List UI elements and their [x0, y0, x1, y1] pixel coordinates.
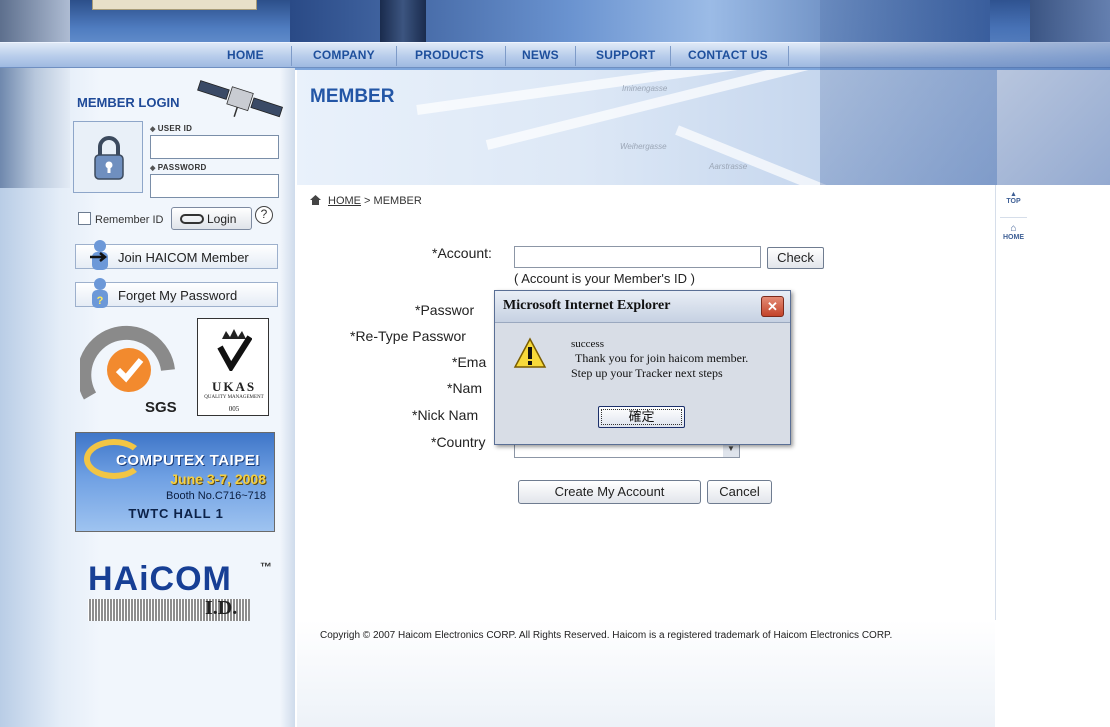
lock-icon: [94, 136, 124, 180]
forget-password-label: Forget My Password: [118, 288, 238, 303]
eiffel-tower-header-image: [820, 0, 1110, 185]
sgs-iso-certification-logo: SGS: [80, 325, 177, 416]
rail-home-button[interactable]: ⌂ HOME: [998, 223, 1029, 241]
join-member-button[interactable]: Join HAICOM Member: [75, 240, 278, 270]
question-person-icon: ?: [92, 278, 108, 308]
nav-separator: [505, 46, 506, 66]
nav-separator: [291, 46, 292, 66]
dialog-message-line: Thank you for join haicom member.: [575, 351, 749, 365]
arrow-up-icon: ▲: [1010, 191, 1017, 198]
satellite-icon: [197, 80, 283, 118]
map-label: Aarstrasse: [709, 162, 748, 171]
computex-banner[interactable]: COMPUTEX TAIPEI June 3-7, 2008 Booth No.…: [75, 432, 275, 532]
ukas-text: UKAS: [211, 379, 257, 394]
breadcrumb-separator: >: [361, 195, 374, 207]
ukas-certification-logo: UKAS QUALITY MANAGEMENT 005: [197, 318, 269, 416]
computex-booth: Booth No.C716~718: [166, 490, 266, 502]
rail-home-label: HOME: [1003, 234, 1024, 241]
dialog-message-line: Step up your Tracker next steps: [571, 366, 723, 380]
help-icon[interactable]: ?: [255, 206, 273, 224]
map-label: Iminengasse: [622, 84, 668, 93]
remember-id-checkbox[interactable]: [78, 212, 91, 225]
dialog-message-line: success: [571, 338, 604, 350]
pisa-tower-image: [0, 0, 70, 42]
remember-id-label: Remember ID: [95, 214, 164, 226]
close-icon[interactable]: ✕: [761, 296, 784, 317]
dialog-title: Microsoft Internet Explorer: [503, 298, 671, 313]
ukas-number: 005: [228, 405, 240, 413]
user-id-input[interactable]: [150, 135, 279, 159]
country-label: *Country: [431, 434, 486, 450]
svg-text:SGS: SGS: [145, 399, 177, 416]
breadcrumb-home-link[interactable]: HOME: [328, 195, 361, 207]
haicom-trademark: ™: [260, 560, 272, 574]
page-title: MEMBER: [310, 86, 395, 107]
right-rail: ▲ TOP ⌂ HOME: [995, 185, 1030, 620]
computex-date: June 3-7, 2008: [170, 471, 266, 487]
check-button[interactable]: Check: [767, 247, 824, 269]
dialog-titlebar[interactable]: Microsoft Internet Explorer ✕: [495, 291, 790, 323]
email-label: *Ema: [452, 354, 487, 370]
login-lock-panel: [73, 121, 143, 193]
account-label: *Account:: [432, 245, 492, 261]
key-icon: [180, 214, 204, 224]
account-input[interactable]: [514, 246, 761, 268]
copyright-text: Copyrigh © 2007 Haicom Electronics CORP.…: [320, 630, 893, 641]
retype-password-label: *Re-Type Passwor: [350, 328, 466, 344]
pillar-image: [0, 68, 70, 188]
home-icon: ⌂: [1010, 223, 1017, 234]
password-label: PASSWORD: [150, 163, 207, 172]
computex-title: COMPUTEX TAIPEI: [116, 452, 260, 469]
breadcrumb-current: MEMBER: [373, 195, 422, 207]
map-label: Weihergasse: [620, 142, 667, 151]
cancel-button[interactable]: Cancel: [707, 480, 772, 504]
browser-page: HOME COMPANY PRODUCTS NEWS SUPPORT CONTA…: [0, 0, 1110, 727]
account-hint: ( Account is your Member's ID ): [514, 271, 695, 286]
nav-separator: [575, 46, 576, 66]
nav-news[interactable]: NEWS: [522, 48, 559, 62]
forget-password-button[interactable]: ? Forget My Password: [75, 278, 278, 308]
create-account-button[interactable]: Create My Account: [518, 480, 701, 504]
nav-home[interactable]: HOME: [227, 48, 264, 62]
svg-text:?: ?: [97, 295, 104, 307]
haicom-id-text: I.D.: [205, 597, 238, 619]
nav-support[interactable]: SUPPORT: [596, 48, 655, 62]
home-icon: [310, 195, 321, 205]
crown-check-icon: [217, 329, 252, 371]
computex-hall: TWTC HALL 1: [128, 506, 224, 521]
nav-products[interactable]: PRODUCTS: [415, 48, 484, 62]
member-login-title: MEMBER LOGIN: [77, 95, 180, 110]
alert-dialog: Microsoft Internet Explorer ✕ success Th…: [494, 290, 791, 445]
name-label: *Nam: [447, 380, 483, 396]
password-label: *Passwor: [415, 302, 475, 318]
nav-company[interactable]: COMPANY: [313, 48, 375, 62]
eiffel-tower-image: [380, 0, 426, 42]
back-to-top-button[interactable]: ▲ TOP: [998, 191, 1029, 205]
breadcrumb: HOME > MEMBER: [310, 195, 422, 207]
join-member-icon: [90, 240, 108, 270]
nick-name-label: *Nick Nam: [412, 407, 479, 423]
rail-divider: [1000, 217, 1027, 218]
ukas-subtitle: QUALITY MANAGEMENT: [204, 395, 264, 400]
password-input[interactable]: [150, 174, 279, 198]
join-member-label: Join HAICOM Member: [118, 250, 249, 265]
user-id-label: USER ID: [150, 124, 192, 133]
nav-separator: [670, 46, 671, 66]
nav-contact-us[interactable]: CONTACT US: [688, 48, 768, 62]
header-logo-strip: [92, 0, 257, 10]
login-button-label: Login: [207, 212, 237, 226]
haicom-logo: HAiCOM: [88, 560, 232, 598]
ok-button[interactable]: 確定: [598, 406, 685, 428]
nav-separator: [396, 46, 397, 66]
login-button[interactable]: Login: [171, 207, 252, 230]
top-label: TOP: [1006, 198, 1021, 205]
warning-icon: [513, 337, 547, 368]
nav-separator: [788, 46, 789, 66]
